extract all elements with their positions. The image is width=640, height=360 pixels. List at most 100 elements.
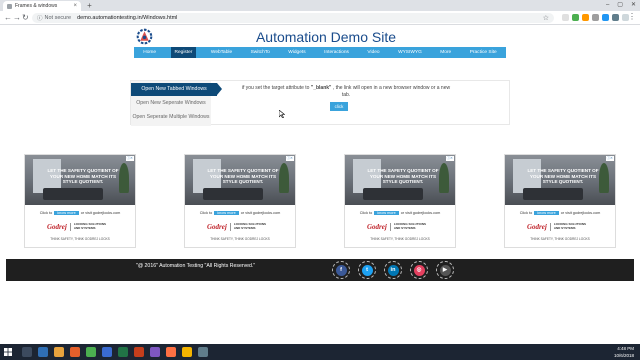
new-tab-button[interactable]: + bbox=[85, 2, 94, 10]
folder-icon[interactable] bbox=[54, 347, 64, 357]
adchoices-icon[interactable]: ⓘ✕ bbox=[445, 156, 454, 161]
info-icon[interactable]: ⓘ bbox=[37, 14, 43, 22]
nav-register[interactable]: Register bbox=[170, 47, 197, 58]
nav-home[interactable]: Home bbox=[139, 47, 160, 58]
app-icon[interactable] bbox=[198, 347, 208, 357]
maximize-icon[interactable]: ▢ bbox=[617, 0, 623, 10]
chrome-icon[interactable] bbox=[182, 347, 192, 357]
tab-separate-windows[interactable]: Open New Seperate Windows bbox=[131, 97, 211, 110]
close-window-icon[interactable]: ✕ bbox=[631, 0, 636, 10]
browser-toolbar: ← → ↻ ⓘ Not secure demo.automationtestin… bbox=[0, 11, 640, 25]
ad-brand-sub-2: AND SYSTEMS bbox=[393, 226, 416, 230]
ad-cta-prefix: Click to bbox=[199, 211, 213, 215]
click-button[interactable]: click bbox=[330, 102, 348, 111]
back-icon[interactable]: ← bbox=[4, 13, 12, 23]
ad-cta-suffix: or visit godrejlocks.com bbox=[560, 211, 601, 215]
ad-know-more-button[interactable]: know more bbox=[534, 211, 559, 215]
instagram-icon: ◎ bbox=[413, 264, 425, 276]
app-icon[interactable] bbox=[86, 347, 96, 357]
extension-icon[interactable] bbox=[582, 14, 589, 21]
tab-close-icon[interactable]: × bbox=[73, 3, 77, 9]
linkedin-link[interactable]: in bbox=[384, 261, 402, 279]
taskbar-clock[interactable]: 4:48 PM 10/6/2018 bbox=[614, 345, 634, 359]
app-icon[interactable] bbox=[150, 347, 160, 357]
ad-banner[interactable]: LET THE SAFETY QUOTIENT OF YOUR NEW HOME… bbox=[344, 154, 456, 248]
bookmark-star-icon[interactable]: ☆ bbox=[543, 14, 549, 22]
extension-icon[interactable] bbox=[592, 14, 599, 21]
adchoices-icon[interactable]: ⓘ✕ bbox=[125, 156, 134, 161]
nav-widgets[interactable]: Widgets bbox=[284, 47, 309, 58]
ad-know-more-button[interactable]: know more bbox=[214, 211, 239, 215]
favicon-icon bbox=[7, 3, 12, 9]
ad-know-more-button[interactable]: know more bbox=[374, 211, 399, 215]
word-icon[interactable] bbox=[102, 347, 112, 357]
windows-panel: Open New Tabbed Windows Open New Seperat… bbox=[130, 80, 510, 126]
divider bbox=[69, 223, 71, 231]
ad-brand-sub: LOCKING SOLUTIONS AND SYSTEMS bbox=[234, 223, 266, 230]
tab-tabbed-windows[interactable]: Open New Tabbed Windows bbox=[131, 83, 222, 96]
main-nav: Home Register WebTable SwitchTo Widgets … bbox=[134, 47, 506, 58]
godrej-logo: Godrej bbox=[207, 223, 227, 231]
security-label: Not secure bbox=[44, 15, 72, 21]
mouse-cursor-icon bbox=[279, 110, 285, 118]
ad-cta-prefix: Click to bbox=[39, 211, 53, 215]
browser-tab[interactable]: Frames & windows × bbox=[3, 1, 81, 11]
nav-switchto[interactable]: SwitchTo bbox=[247, 47, 274, 58]
nav-webtable[interactable]: WebTable bbox=[207, 47, 236, 58]
clock-time: 4:48 PM bbox=[617, 346, 634, 351]
ad-headline: LET THE SAFETY QUOTIENT OF YOUR NEW HOME… bbox=[367, 168, 439, 184]
site-title: Automation Demo Site bbox=[255, 29, 397, 45]
side-tabs: Open New Tabbed Windows Open New Seperat… bbox=[131, 81, 222, 126]
extension-icon[interactable] bbox=[602, 14, 609, 21]
nav-wysiwyg[interactable]: WYSIWYG bbox=[394, 47, 426, 58]
youtube-link[interactable]: ▶ bbox=[436, 261, 454, 279]
ad-sofa-shape bbox=[203, 188, 263, 200]
ad-brand-sub-2: AND SYSTEMS bbox=[73, 226, 96, 230]
reload-icon[interactable]: ↻ bbox=[22, 13, 29, 23]
adchoices-icon[interactable]: ⓘ✕ bbox=[285, 156, 294, 161]
address-bar[interactable]: ⓘ Not secure demo.automationtesting.in/W… bbox=[32, 13, 554, 23]
forward-icon[interactable]: → bbox=[13, 13, 21, 23]
ad-image: LET THE SAFETY QUOTIENT OF YOUR NEW HOME… bbox=[25, 155, 135, 205]
ad-image: LET THE SAFETY QUOTIENT OF YOUR NEW HOME… bbox=[345, 155, 455, 205]
description-code: "_blank" bbox=[310, 85, 332, 91]
linkedin-icon: in bbox=[387, 264, 399, 276]
godrej-logo: Godrej bbox=[527, 223, 547, 231]
ad-brand: Godrej LOCKING SOLUTIONS AND SYSTEMS bbox=[207, 223, 266, 231]
extension-icon[interactable] bbox=[572, 14, 579, 21]
tab-multiple-windows[interactable]: Open Seperate Multiple Windows bbox=[131, 111, 211, 124]
ie-icon[interactable] bbox=[38, 347, 48, 357]
nav-video[interactable]: Video bbox=[363, 47, 383, 58]
app-icon[interactable] bbox=[166, 347, 176, 357]
minimize-icon[interactable]: – bbox=[606, 0, 609, 10]
godrej-logo: Godrej bbox=[47, 223, 67, 231]
ad-cta: Click to know more or visit godrejlocks.co… bbox=[25, 211, 135, 215]
instagram-link[interactable]: ◎ bbox=[410, 261, 428, 279]
facebook-link[interactable]: f bbox=[332, 261, 350, 279]
ad-sofa-shape bbox=[523, 188, 583, 200]
window-controls: – ▢ ✕ bbox=[606, 0, 636, 10]
nav-practice-site[interactable]: Practice Site bbox=[466, 47, 501, 58]
ad-banner[interactable]: LET THE SAFETY QUOTIENT OF YOUR NEW HOME… bbox=[504, 154, 616, 248]
extension-icon[interactable] bbox=[562, 14, 569, 21]
firefox-icon[interactable] bbox=[70, 347, 80, 357]
excel-icon[interactable] bbox=[118, 347, 128, 357]
search-icon[interactable] bbox=[22, 347, 32, 357]
windows-start-icon[interactable] bbox=[4, 348, 12, 356]
extension-icon[interactable] bbox=[612, 14, 619, 21]
browser-menu-icon[interactable]: ⋮ bbox=[628, 12, 636, 22]
twitter-link[interactable]: t bbox=[358, 261, 376, 279]
ad-know-more-button[interactable]: know more bbox=[54, 211, 79, 215]
ad-cta-prefix: Click to bbox=[519, 211, 533, 215]
adchoices-icon[interactable]: ⓘ✕ bbox=[605, 156, 614, 161]
site-footer: "@ 2016" Automation Testing "All Rights … bbox=[6, 259, 634, 281]
divider bbox=[389, 223, 391, 231]
ad-sofa-shape bbox=[363, 188, 423, 200]
url-text[interactable]: demo.automationtesting.in/Windows.html bbox=[77, 15, 177, 21]
ad-banner[interactable]: LET THE SAFETY QUOTIENT OF YOUR NEW HOME… bbox=[24, 154, 136, 248]
nav-interactions[interactable]: Interactions bbox=[320, 47, 353, 58]
ad-brand: Godrej LOCKING SOLUTIONS AND SYSTEMS bbox=[47, 223, 106, 231]
ad-banner[interactable]: LET THE SAFETY QUOTIENT OF YOUR NEW HOME… bbox=[184, 154, 296, 248]
nav-more[interactable]: More bbox=[436, 47, 455, 58]
powerpoint-icon[interactable] bbox=[134, 347, 144, 357]
